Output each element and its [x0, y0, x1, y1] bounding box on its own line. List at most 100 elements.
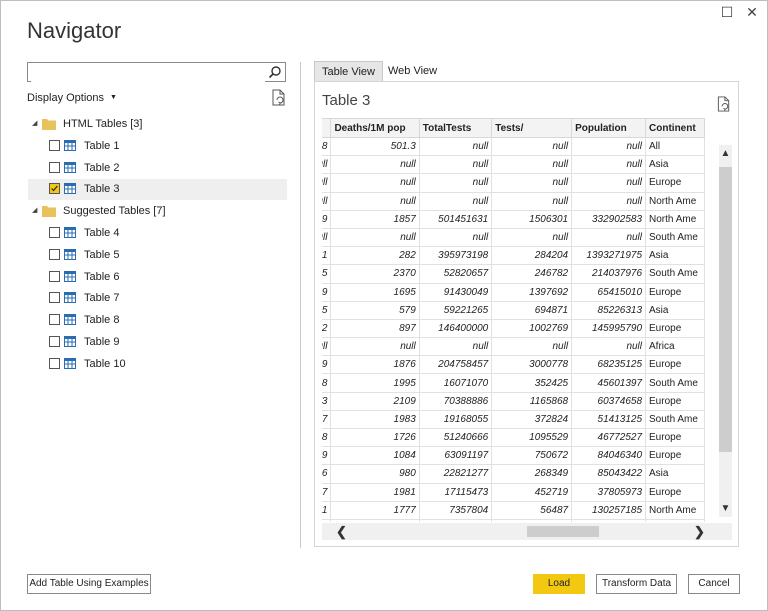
- tree-item-table[interactable]: Table 4: [28, 223, 287, 244]
- table-cell: 19168055: [418, 409, 493, 430]
- column-header[interactable]: Population: [571, 118, 647, 138]
- table-icon: [64, 270, 76, 282]
- table-checkbox[interactable]: [49, 161, 60, 173]
- table-cell: null: [491, 155, 573, 175]
- table-row[interactable]: 3918575014516311506301332902583North Ame: [322, 209, 705, 229]
- table-checkbox[interactable]: [49, 314, 60, 326]
- tree-item-table[interactable]: Table 5: [28, 245, 287, 266]
- table-cell: 16071070: [418, 373, 493, 393]
- table-row[interactable]: 73210970388886116586860374658Europe: [322, 391, 705, 411]
- vertical-scroll-thumb[interactable]: [719, 167, 732, 452]
- table-cell: 95: [322, 264, 332, 284]
- table-cell: [330, 518, 420, 522]
- refresh-preview-icon[interactable]: [717, 96, 731, 112]
- cancel-button[interactable]: Cancel: [688, 574, 740, 594]
- tree-folder[interactable]: ◢ Suggested Tables [7]: [28, 201, 287, 222]
- display-options-dropdown[interactable]: Display Options ▼: [27, 92, 117, 104]
- table-checkbox[interactable]: [49, 336, 60, 347]
- table-row[interactable]: 19169591430049139769265415010Europe: [322, 282, 705, 302]
- scroll-up-icon[interactable]: ▲: [719, 148, 732, 159]
- tree-item-table[interactable]: Table 9: [28, 332, 287, 353]
- table-row[interactable]: [322, 518, 705, 522]
- table-cell: 51: [322, 500, 332, 520]
- column-header[interactable]: Deaths/1M pop: [330, 118, 420, 138]
- table-checkbox[interactable]: [49, 139, 60, 151]
- search-input[interactable]: [31, 64, 265, 82]
- tree-item-table[interactable]: Table 6: [28, 267, 287, 288]
- table-row[interactable]: 091876204758457300077868235125Europe: [322, 355, 705, 375]
- table-checkbox[interactable]: [49, 292, 60, 304]
- tree-item-table[interactable]: Table 2: [28, 158, 287, 179]
- table-row[interactable]: ullnullnullnullnullNorth Ame: [322, 191, 705, 211]
- table-checkbox[interactable]: [49, 357, 60, 369]
- table-row[interactable]: 155795922126569487185226313Asia: [322, 300, 705, 320]
- table-cell: Asia: [645, 246, 705, 266]
- tree-item-table[interactable]: Table 10: [28, 354, 287, 375]
- column-header[interactable]: Tests/: [491, 118, 573, 138]
- table-row[interactable]: 728971464000001002769145995790Europe: [322, 318, 705, 339]
- table-cell: 57: [322, 482, 332, 502]
- table-row[interactable]: 0910846309119775067284046340Europe: [322, 446, 705, 466]
- tab-table-view[interactable]: Table View: [314, 61, 383, 81]
- scroll-right-icon[interactable]: ❯: [694, 524, 705, 540]
- tab-web-view[interactable]: Web View: [381, 61, 444, 81]
- scroll-down-icon[interactable]: ▼: [719, 503, 732, 514]
- expand-icon[interactable]: ◢: [32, 206, 37, 214]
- search-box[interactable]: [27, 62, 286, 82]
- table-cell: 85043422: [571, 464, 647, 484]
- column-header[interactable]: Continent: [645, 118, 705, 138]
- table-row[interactable]: 58172651240666109552946772527Europe: [322, 427, 705, 448]
- display-options-label: Display Options: [27, 92, 105, 104]
- transform-data-button[interactable]: Transform Data: [596, 574, 677, 594]
- table-row[interactable]: 511777735780456487130257185North Ame: [322, 500, 705, 520]
- table-row[interactable]: 95237052820657246782214037976South Ame: [322, 264, 705, 284]
- vertical-scrollbar[interactable]: ▲ ▼: [719, 145, 732, 517]
- table-checkbox[interactable]: [49, 183, 60, 195]
- column-header[interactable]: TotalTests: [418, 118, 493, 138]
- table-cell: null: [491, 136, 573, 157]
- table-checkbox[interactable]: [49, 227, 60, 238]
- search-icon[interactable]: [268, 65, 282, 79]
- tree-item-table[interactable]: Table 3: [28, 179, 287, 201]
- tree-folder[interactable]: ◢ HTML Tables [3]: [28, 114, 287, 135]
- table-row[interactable]: 5719811711547345271937805973Europe: [322, 482, 705, 502]
- column-header[interactable]: [322, 118, 332, 138]
- add-table-using-examples-button[interactable]: Add Table Using Examples: [27, 574, 151, 594]
- table-row[interactable]: ullnullnullnullnullEurope: [322, 173, 705, 193]
- table-cell: 91430049: [418, 282, 493, 302]
- table-row[interactable]: 2719831916805537282451413125South Ame: [322, 409, 705, 430]
- table-cell: 2109: [330, 391, 420, 411]
- table-row[interactable]: 169802282127726834985043422Asia: [322, 464, 705, 484]
- tree-item-table[interactable]: Table 7: [28, 288, 287, 309]
- table-cell: 1983: [330, 409, 420, 430]
- horizontal-scroll-thumb[interactable]: [527, 526, 599, 537]
- table-row[interactable]: 512823959731982842041393271975Asia: [322, 246, 705, 266]
- tree-item-table[interactable]: Table 1: [28, 136, 287, 157]
- table-cell: 56487: [491, 500, 573, 520]
- table-checkbox[interactable]: [49, 248, 60, 260]
- table-cell: 332902583: [571, 209, 647, 229]
- table-cell: null: [418, 337, 493, 357]
- table-cell: null: [418, 155, 493, 175]
- table-checkbox[interactable]: [49, 270, 60, 282]
- tree-item-label: Table 8: [84, 314, 120, 327]
- table-cell: 59221265: [418, 300, 493, 320]
- tree-item-table[interactable]: Table 8: [28, 310, 287, 331]
- table-row[interactable]: ullnullnullnullnullAfrica: [322, 337, 705, 357]
- table-cell: All: [645, 136, 705, 157]
- table-icon: [64, 227, 76, 238]
- maximize-button[interactable]: ☐: [719, 4, 735, 20]
- preview-grid-viewport[interactable]: Deaths/1M pop TotalTests Tests/Population C…: [322, 118, 719, 522]
- table-row[interactable]: ullnullnullnullnullSouth Ame: [322, 227, 705, 248]
- table-icon: [64, 248, 76, 260]
- table-row[interactable]: 5819951607107035242545601397South Ame: [322, 373, 705, 393]
- table-row[interactable]: 38501.3nullnullnullAll: [322, 136, 705, 157]
- tree-item-label: Table 4: [84, 227, 120, 239]
- refresh-file-icon[interactable]: [272, 89, 286, 106]
- expand-icon[interactable]: ◢: [32, 119, 37, 127]
- close-button[interactable]: ✕: [744, 4, 760, 20]
- table-row[interactable]: ullnullnullnullnullAsia: [322, 155, 705, 175]
- scroll-left-icon[interactable]: ❮: [336, 524, 347, 540]
- horizontal-scrollbar[interactable]: ❮ ❯: [322, 523, 732, 540]
- load-button[interactable]: Load: [533, 574, 585, 594]
